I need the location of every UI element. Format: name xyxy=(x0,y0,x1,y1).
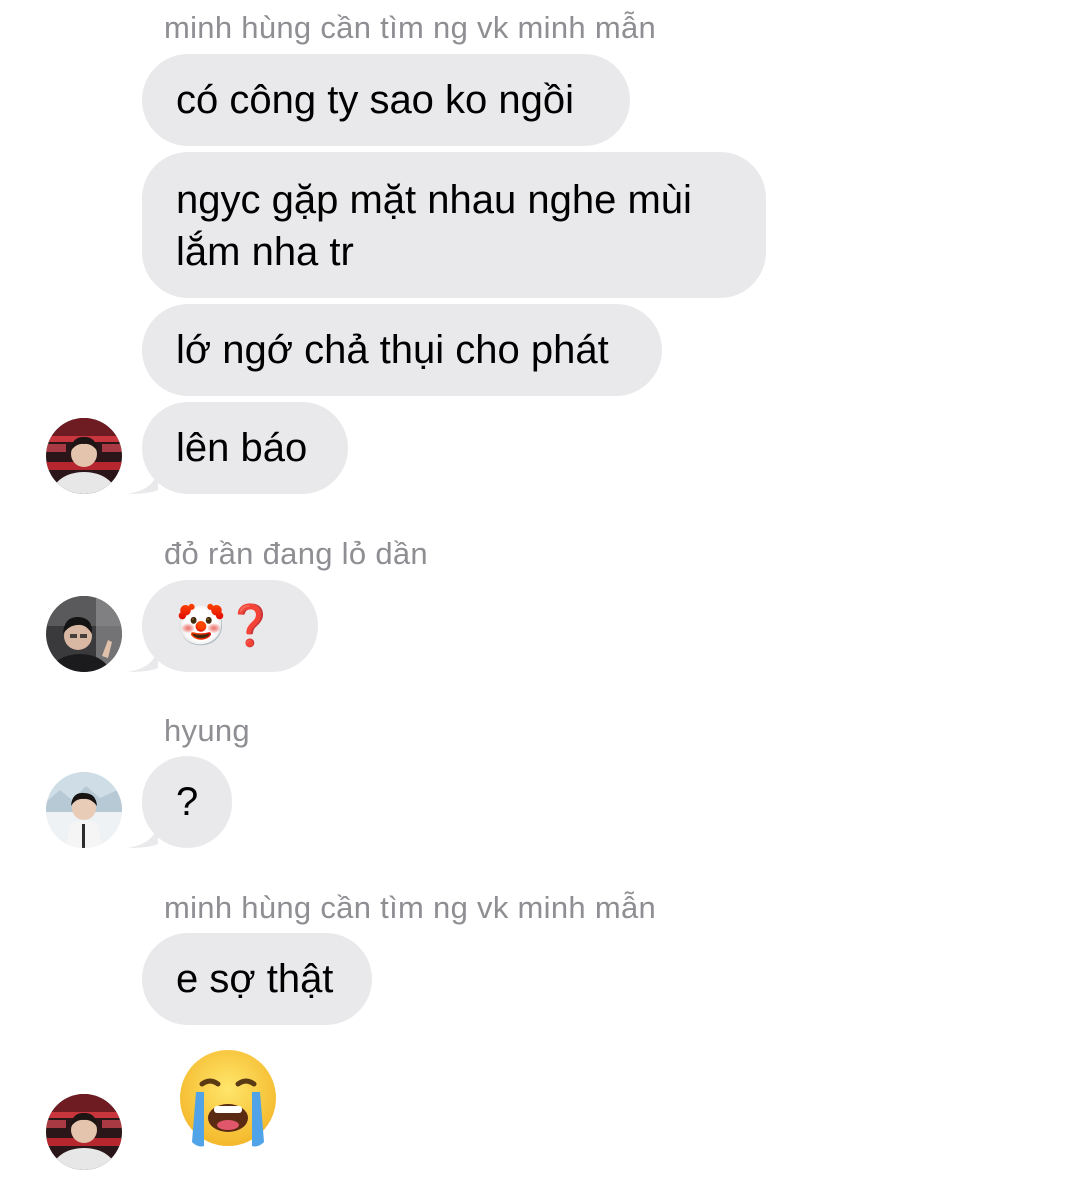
bubble-tail xyxy=(128,642,158,672)
message-text: lớ ngớ chả thụi cho phát xyxy=(176,328,609,372)
message-bubble[interactable]: lên báo xyxy=(128,402,348,494)
snow-portrait-avatar-icon[interactable] xyxy=(46,772,122,848)
message-bubble[interactable]: lớ ngớ chả thụi cho phát xyxy=(142,304,662,396)
dark-portrait-avatar-icon[interactable] xyxy=(46,596,122,672)
message-text: lắm nha tr xyxy=(176,230,354,274)
message-text: ? xyxy=(176,780,199,824)
message-bubble[interactable]: e sợ thật xyxy=(142,933,372,1025)
message-text: ngyc gặp mặt nhau nghe mùi xyxy=(176,178,692,222)
red-jersey-avatar-icon[interactable] xyxy=(46,1094,122,1170)
sender-name: hyung xyxy=(164,713,250,748)
bubble-tail xyxy=(128,818,158,848)
red-jersey-avatar-icon[interactable] xyxy=(46,418,122,494)
sender-name: đỏ rần đang lỏ dần xyxy=(164,536,428,571)
loudly-crying-face-icon[interactable] xyxy=(176,1046,280,1150)
message-text: e sợ thật xyxy=(176,957,334,1001)
message-bubble[interactable]: ? xyxy=(128,756,232,848)
message-text: 🤡❓ xyxy=(176,604,276,648)
message-text: có công ty sao ko ngồi xyxy=(176,78,575,122)
message-bubble[interactable]: 🤡❓ xyxy=(128,580,318,672)
bubble-tail xyxy=(128,464,158,494)
message-bubble[interactable]: có công ty sao ko ngồi xyxy=(142,54,630,146)
sender-name: minh hùng cần tìm ng vk minh mẫn xyxy=(164,890,657,925)
message-bubble[interactable]: ngyc gặp mặt nhau nghe mùi lắm nha tr xyxy=(142,152,766,298)
message-text: lên báo xyxy=(176,426,308,470)
sender-name: minh hùng cần tìm ng vk minh mẫn xyxy=(164,10,657,45)
